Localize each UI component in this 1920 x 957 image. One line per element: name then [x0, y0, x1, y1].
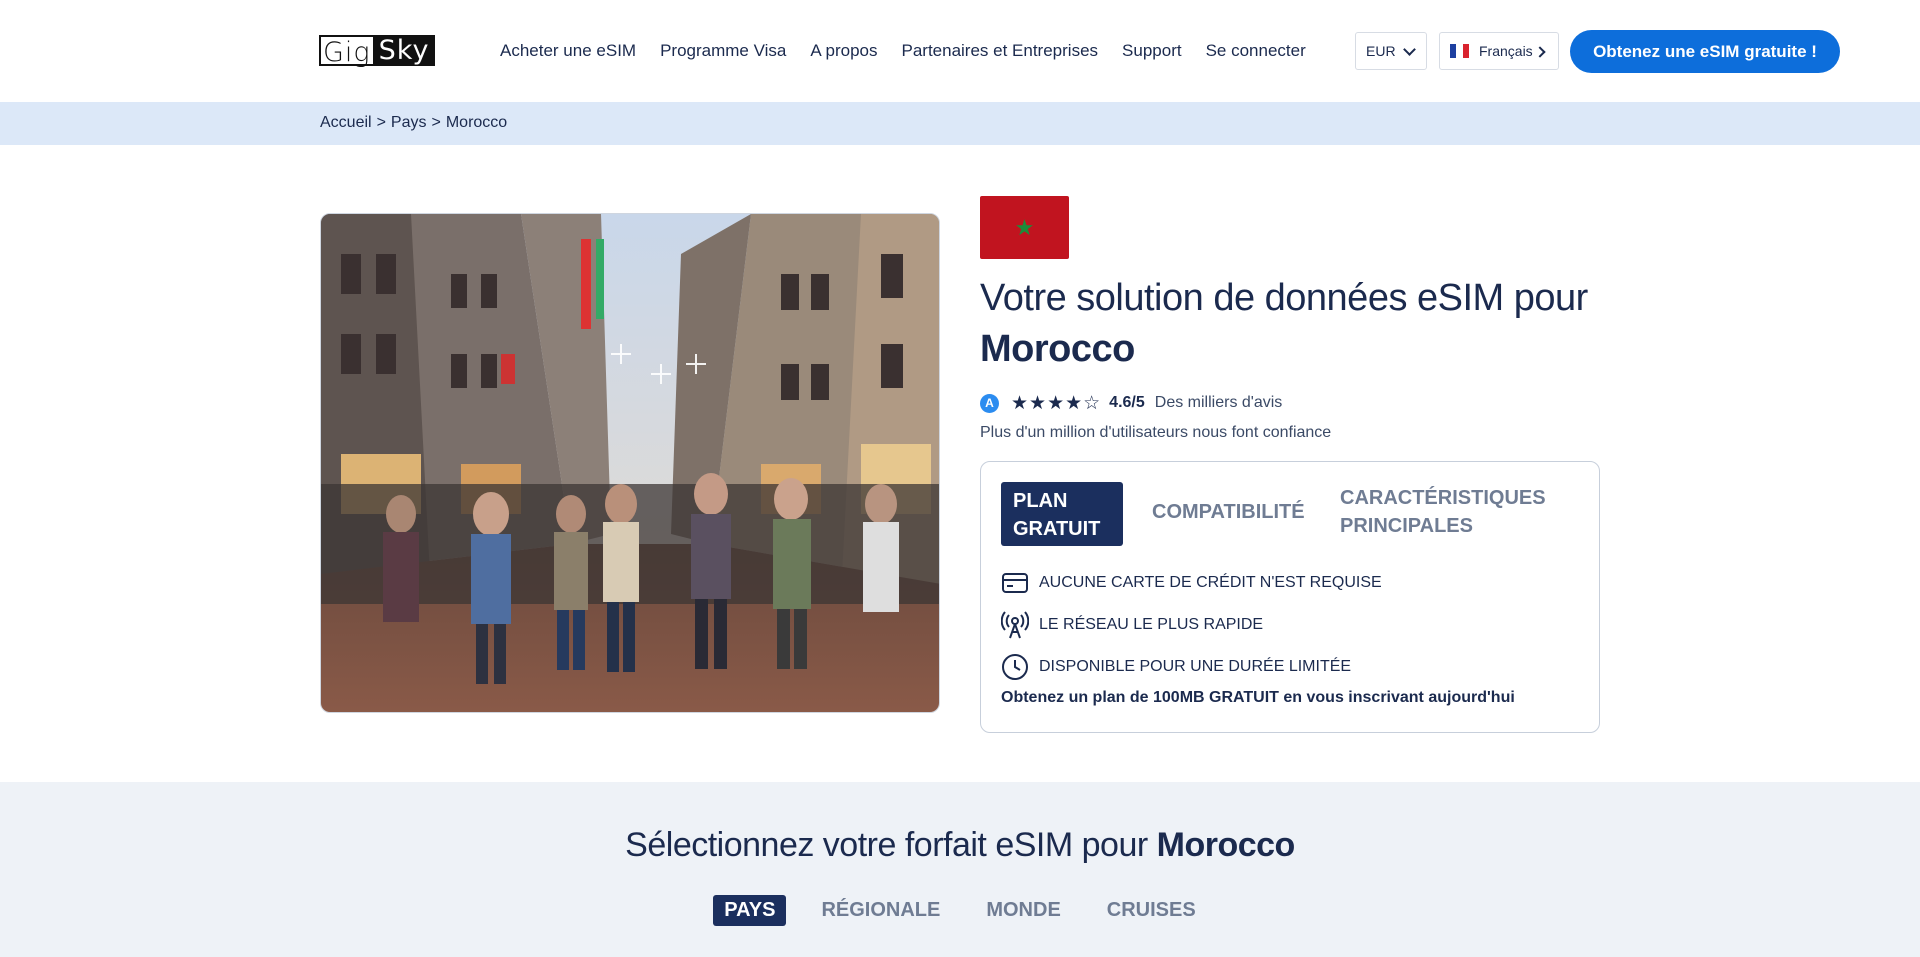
get-free-esim-button[interactable]: Obtenez une eSIM gratuite !	[1570, 30, 1840, 73]
chevron-right-icon	[1534, 46, 1546, 58]
currency-select[interactable]: EUR	[1355, 32, 1427, 70]
tab-regional[interactable]: RÉGIONALE	[810, 895, 951, 926]
language-value: Français	[1479, 43, 1533, 59]
breadcrumb-bar: Accueil > Pays > Morocco	[0, 102, 1920, 145]
antenna-icon	[1001, 611, 1029, 639]
gigsky-logo[interactable]: Gig Sky	[319, 35, 436, 68]
feature-label: LE RÉSEAU LE PLUS RAPIDE	[1039, 616, 1264, 633]
app-store-icon: A	[980, 393, 999, 413]
feature-list: AUCUNE CARTE DE CRÉDIT N'EST REQUISE LE …	[1001, 562, 1382, 688]
tab-free-plan[interactable]: PLAN GRATUIT	[1001, 482, 1123, 546]
breadcrumb-countries[interactable]: Pays	[391, 114, 427, 131]
plans-title-prefix: Sélectionnez votre forfait eSIM pour	[625, 826, 1148, 864]
nav-visa-program[interactable]: Programme Visa	[660, 41, 786, 61]
logo-text-right: Sky	[372, 35, 436, 66]
tab-cruises[interactable]: CRUISES	[1096, 895, 1207, 926]
language-select[interactable]: Français	[1439, 32, 1559, 70]
feature-item: AUCUNE CARTE DE CRÉDIT N'EST REQUISE	[1001, 562, 1382, 604]
plans-section: Sélectionnez votre forfait eSIM pour Mor…	[0, 782, 1920, 957]
chevron-down-icon	[1403, 43, 1416, 56]
breadcrumb: Accueil > Pays > Morocco	[320, 114, 512, 132]
page-title-country: Morocco	[980, 328, 1135, 370]
plans-title-country: Morocco	[1156, 826, 1296, 864]
tab-country[interactable]: PAYS	[713, 895, 787, 926]
nav-support[interactable]: Support	[1122, 41, 1182, 61]
free-plan-promo: Obtenez un plan de 100MB GRATUIT en vous…	[1001, 689, 1515, 706]
trust-text: Plus d'un million d'utilisateurs nous fo…	[980, 424, 1332, 441]
feature-item: LE RÉSEAU LE PLUS RAPIDE	[1001, 604, 1382, 646]
rating-row: A ★★★★☆ 4.6/5 Des milliers d'avis	[980, 392, 1282, 414]
feature-label: DISPONIBLE POUR UNE DURÉE LIMITÉE	[1039, 658, 1352, 675]
nav-login[interactable]: Se connecter	[1206, 41, 1306, 61]
page-title-prefix: Votre solution de données eSIM pour	[980, 277, 1588, 319]
nav-partners[interactable]: Partenaires et Entreprises	[901, 41, 1098, 61]
tab-key-features[interactable]: CARACTÉRISTIQUES PRINCIPALES	[1340, 484, 1580, 540]
logo-text-left: Gig	[319, 35, 373, 68]
breadcrumb-home[interactable]: Accueil	[320, 114, 372, 131]
flag-star-icon: ★	[1014, 214, 1035, 240]
site-header: Gig Sky Acheter une eSIM Programme Visa …	[0, 0, 1920, 102]
tab-global[interactable]: MONDE	[975, 895, 1071, 926]
nav-buy-esim[interactable]: Acheter une eSIM	[500, 41, 636, 61]
page-title: Votre solution de données eSIM pour Moro…	[980, 273, 1640, 375]
plans-section-title: Sélectionnez votre forfait eSIM pour Mor…	[0, 826, 1920, 865]
currency-value: EUR	[1366, 43, 1396, 59]
tab-compatibility[interactable]: COMPATIBILITÉ	[1152, 498, 1305, 526]
rating-score: 4.6/5	[1109, 394, 1145, 411]
plan-scope-tabs: PAYS RÉGIONALE MONDE CRUISES	[0, 895, 1920, 926]
breadcrumb-separator: >	[431, 114, 441, 131]
feature-item: DISPONIBLE POUR UNE DURÉE LIMITÉE	[1001, 646, 1382, 688]
reviews-count: Des milliers d'avis	[1154, 394, 1283, 411]
feature-label: AUCUNE CARTE DE CRÉDIT N'EST REQUISE	[1039, 574, 1382, 591]
breadcrumb-separator: >	[376, 114, 386, 131]
clock-icon	[1001, 653, 1029, 681]
credit-card-icon	[1001, 569, 1029, 597]
rating-stars-icon: ★★★★☆	[1011, 392, 1102, 414]
morocco-flag-icon: ★	[980, 196, 1069, 259]
main-nav: Acheter une eSIM Programme Visa A propos…	[500, 0, 1330, 102]
france-flag-icon	[1450, 44, 1469, 58]
nav-about[interactable]: A propos	[810, 41, 877, 61]
breadcrumb-current: Morocco	[445, 114, 508, 131]
hero-street-photo	[320, 213, 940, 713]
plan-card: PLAN GRATUIT COMPATIBILITÉ CARACTÉRISTIQ…	[980, 461, 1600, 733]
street-scene-illustration	[321, 214, 939, 712]
